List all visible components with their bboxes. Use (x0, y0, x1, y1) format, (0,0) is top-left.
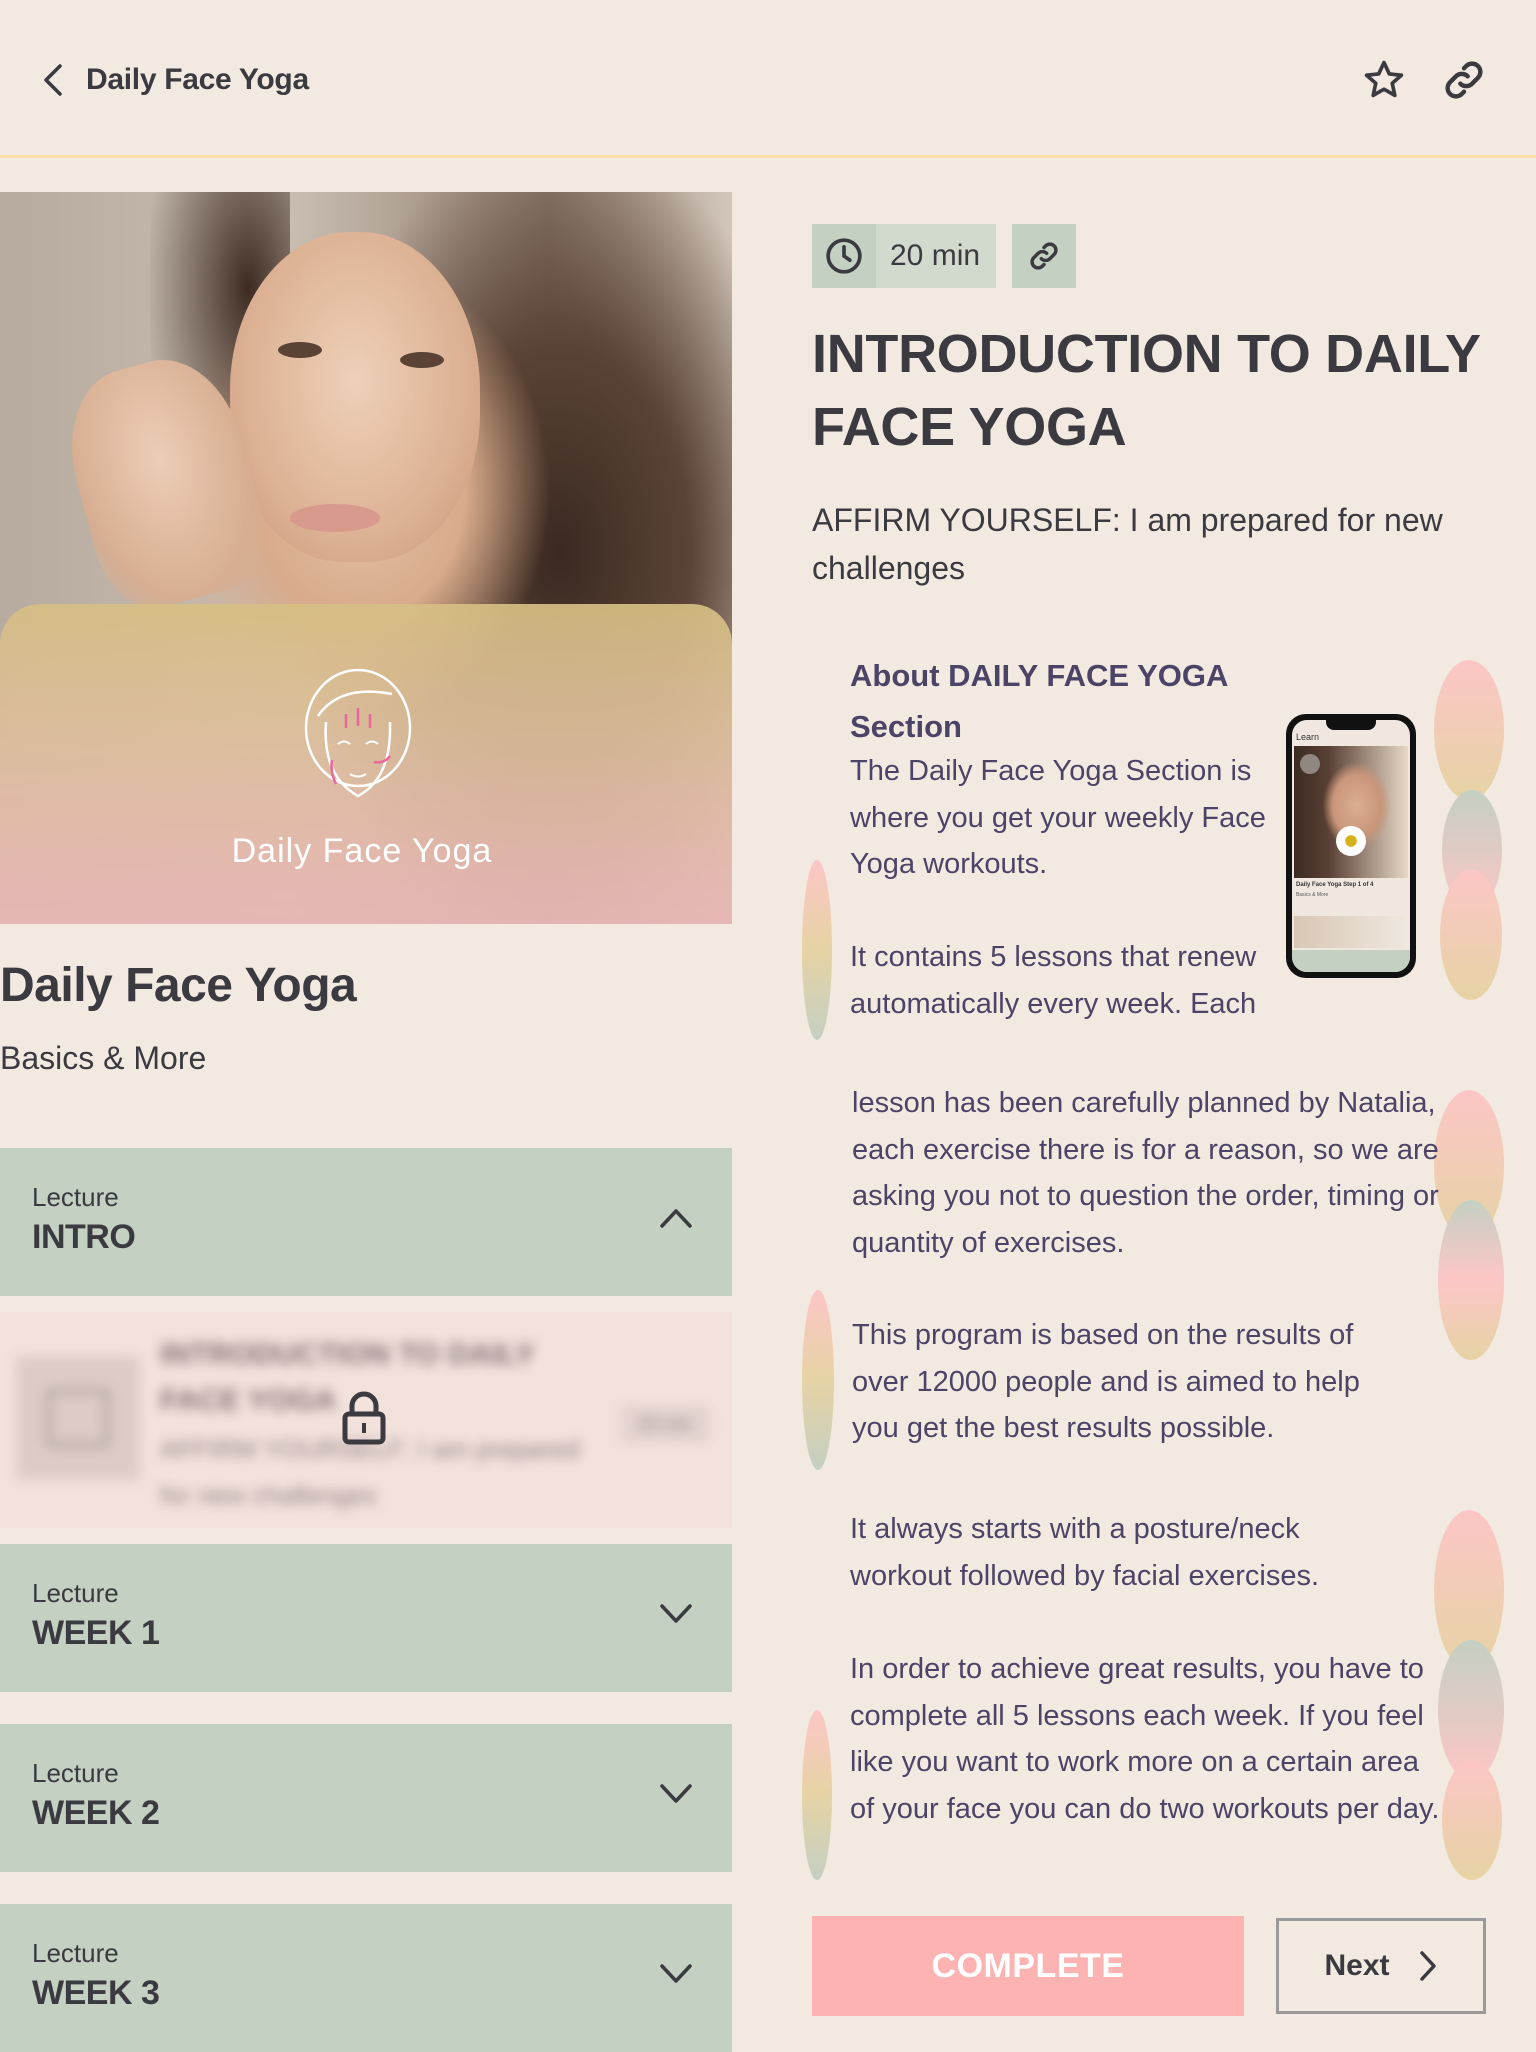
clock-icon (812, 224, 876, 288)
chevron-down-icon[interactable] (656, 1774, 696, 1814)
rainbow-decoration (1440, 870, 1502, 1000)
top-bar: Daily Face Yoga (0, 0, 1536, 158)
lecture-name: WEEK 2 (32, 1794, 160, 1832)
link-icon (1030, 242, 1058, 270)
lesson-affirmation: AFFIRM YOURSELF: I am prepared for new c… (812, 502, 1443, 586)
rainbow-decoration (802, 1710, 832, 1880)
star-icon (1364, 60, 1404, 98)
phone-mockup-image: Learn Daily Face Yoga Step 1 of 4 Basics… (1286, 714, 1416, 978)
book-icon (46, 1388, 110, 1448)
about-paragraph: The Daily Face Yoga Section is where you… (850, 755, 1266, 880)
link-icon (1445, 61, 1483, 99)
lecture-name: WEEK 3 (32, 1974, 160, 2012)
phone-notch (1326, 720, 1376, 730)
locked-lesson-duration: 20 min (620, 1404, 710, 1444)
page-title: Daily Face Yoga (86, 63, 309, 96)
phone-card-title: Daily Face Yoga Step 1 of 4 (1296, 882, 1374, 888)
chevron-right-icon (1419, 1951, 1436, 1981)
chevron-down-icon[interactable] (656, 1594, 696, 1634)
rainbow-decoration (802, 860, 832, 1040)
lecture-label: Lecture (32, 1578, 119, 1608)
about-paragraph: lesson has been carefully planned by Nat… (852, 1087, 1439, 1259)
lecture-week-1[interactable]: Lecture WEEK 1 (0, 1544, 732, 1692)
lecture-name: INTRO (32, 1218, 136, 1256)
favorite-button[interactable] (1360, 56, 1408, 104)
course-hero-image: Daily Face Yoga (0, 192, 732, 924)
chevron-up-icon[interactable] (656, 1198, 696, 1238)
complete-button[interactable]: COMPLETE (812, 1916, 1244, 2016)
hero-logo-text: Daily Face Yoga (231, 832, 493, 870)
share-link-button[interactable] (1440, 56, 1488, 104)
lecture-label: Lecture (32, 1182, 119, 1212)
about-section: About DAILY FACE YOGA Section The Daily … (802, 650, 1504, 1882)
phone-photo-2 (1294, 916, 1408, 948)
phone-screen-title: Learn (1296, 732, 1320, 742)
lesson-tags: 20 min (812, 224, 1077, 288)
course-title: Daily Face Yoga (0, 959, 357, 1012)
lecture-week-3[interactable]: Lecture WEEK 3 (0, 1904, 732, 2052)
hero-photo-eye (278, 342, 322, 358)
lecture-week-2[interactable]: Lecture WEEK 2 (0, 1724, 732, 1872)
lecture-label: Lecture (32, 1938, 119, 1968)
course-subtitle: Basics & More (0, 1040, 207, 1076)
chevron-down-icon[interactable] (656, 1954, 696, 1994)
phone-photo (1294, 746, 1408, 878)
next-button[interactable]: Next (1276, 1918, 1486, 2014)
lecture-intro[interactable]: Lecture INTRO (0, 1148, 732, 1296)
lesson-title: INTRODUCTION TO DAILY FACE YOGA (812, 324, 1480, 457)
lecture-label: Lecture (32, 1758, 119, 1788)
about-heading: About DAILY FACE YOGA Section (850, 658, 1228, 744)
hero-photo-eye (400, 352, 444, 368)
rainbow-decoration (802, 1290, 834, 1470)
phone-nav-bar (1292, 950, 1410, 972)
face-yoga-logo-icon (304, 668, 412, 798)
lesson-thumbnail (16, 1356, 140, 1480)
hero-photo-lips (290, 504, 380, 532)
about-paragraph: It always starts with a posture/neck wor… (850, 1513, 1320, 1592)
rainbow-decoration (1442, 1760, 1502, 1880)
about-paragraph: In order to achieve great results, you h… (850, 1653, 1440, 1825)
about-paragraph: This program is based on the results of … (852, 1319, 1360, 1444)
phone-badge (1300, 754, 1320, 774)
duration-text: 20 min (890, 239, 981, 272)
duration-tag: 20 min (812, 224, 997, 288)
phone-screen: Learn Daily Face Yoga Step 1 of 4 Basics… (1292, 720, 1410, 972)
chevron-left-icon (44, 64, 62, 96)
back-button[interactable] (38, 60, 68, 100)
flower-image (1336, 826, 1366, 856)
rainbow-decoration (1434, 660, 1504, 800)
about-paragraph: It contains 5 lessons that renew automat… (850, 941, 1257, 1020)
phone-card-subtitle: Basics & More (1296, 892, 1329, 898)
next-label: Next (1324, 1949, 1390, 1982)
lesson-link-button[interactable] (1012, 224, 1077, 288)
lecture-name: WEEK 1 (32, 1614, 160, 1652)
lock-icon (342, 1391, 386, 1445)
